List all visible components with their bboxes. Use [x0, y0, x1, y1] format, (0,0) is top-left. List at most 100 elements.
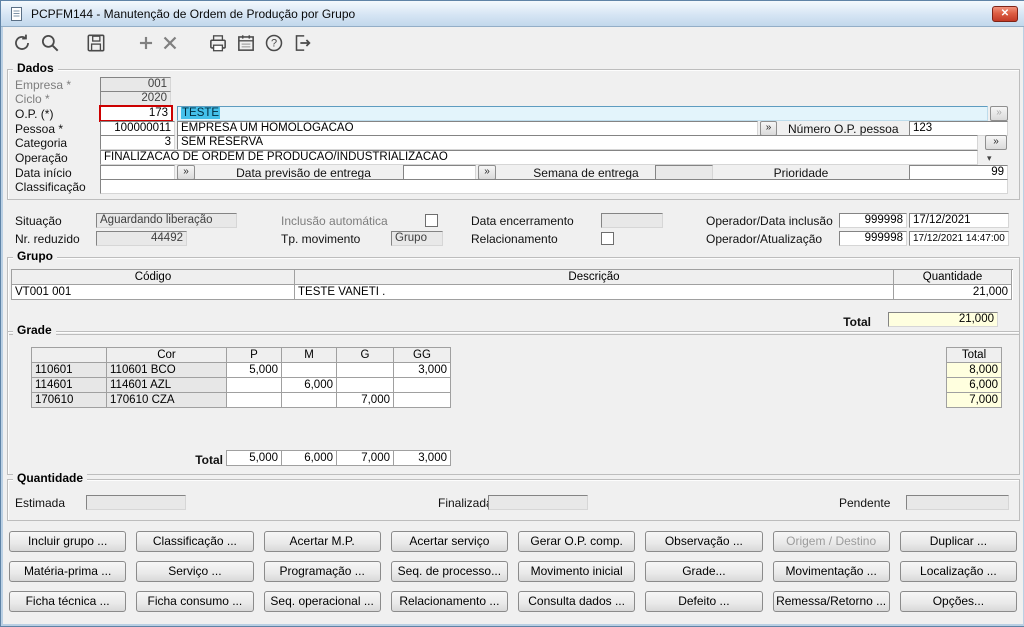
remessa-retorno-button[interactable]: Remessa/Retorno ...: [772, 591, 890, 612]
relacionamento-button[interactable]: Relacionamento ...: [390, 591, 508, 612]
grade-header-m: M: [282, 348, 337, 363]
pessoa-label: Pessoa *: [15, 122, 64, 136]
relacionamento-label: Relacionamento: [471, 232, 558, 246]
defeito-button[interactable]: Defeito ...: [645, 591, 763, 612]
acertar-servico-button[interactable]: Acertar serviço: [390, 531, 508, 552]
button-row-1: Incluir grupo ... Classificação ... Acer…: [9, 531, 1017, 552]
delete-button[interactable]: [159, 32, 183, 56]
help-button[interactable]: ?: [263, 32, 287, 56]
save-button[interactable]: [85, 32, 109, 56]
programacao-button[interactable]: Programação ...: [263, 561, 381, 582]
seq-processo-button[interactable]: Seq. de processo...: [390, 561, 508, 582]
relacionamento-checkbox[interactable]: [601, 232, 614, 245]
observacao-button[interactable]: Observação ...: [645, 531, 763, 552]
grade-row-codigo: 110601: [32, 363, 107, 378]
calendar-icon: [238, 35, 254, 51]
grade-cell-g[interactable]: [337, 378, 394, 393]
calendar-button[interactable]: [235, 32, 259, 56]
nr-reduzido-label: Nr. reduzido: [15, 232, 80, 246]
pessoa-code-field[interactable]: 100000011: [100, 121, 175, 136]
op-label: O.P. (*): [15, 107, 54, 121]
opcoes-button[interactable]: Opções...: [899, 591, 1017, 612]
localizacao-button[interactable]: Localização ...: [899, 561, 1017, 582]
grade-cell-m[interactable]: [282, 363, 337, 378]
inclusao-automatica-label: Inclusão automática: [281, 214, 388, 228]
finalizada-label: Finalizada: [438, 496, 493, 510]
ficha-consumo-button[interactable]: Ficha consumo ...: [136, 591, 254, 612]
grade-cell-gg[interactable]: [394, 378, 451, 393]
operacao-dropdown-icon[interactable]: ▾: [987, 153, 992, 163]
data-previsao-field[interactable]: [403, 165, 476, 180]
pessoa-lookup-button[interactable]: »: [760, 121, 777, 136]
gerar-op-comp-button[interactable]: Gerar O.P. comp.: [518, 531, 636, 552]
incluir-grupo-button[interactable]: Incluir grupo ...: [9, 531, 127, 552]
categoria-name-field[interactable]: SEM RESERVA: [177, 135, 978, 150]
data-previsao-lookup-button[interactable]: »: [478, 165, 496, 180]
grupo-header-row: Código Descrição Quantidade: [12, 270, 1013, 285]
grade-cell-g[interactable]: 7,000: [337, 393, 394, 408]
categoria-code-field[interactable]: 3: [100, 135, 175, 150]
seq-operacional-button[interactable]: Seq. operacional ...: [263, 591, 381, 612]
toolbar: ?: [1, 27, 1024, 59]
tp-movimento-field: Grupo: [391, 231, 443, 246]
situacao-field: Aguardando liberação: [96, 213, 237, 228]
empresa-field: 001: [100, 77, 171, 92]
consulta-dados-button[interactable]: Consulta dados ...: [518, 591, 636, 612]
grupo-header-descricao: Descrição: [295, 270, 894, 285]
movimentacao-button[interactable]: Movimentação ...: [772, 561, 890, 582]
duplicar-button[interactable]: Duplicar ...: [899, 531, 1017, 552]
op-field[interactable]: 173: [99, 105, 173, 122]
grade-row-codigo: 114601: [32, 378, 107, 393]
grade-cell-m[interactable]: 6,000: [282, 378, 337, 393]
grade-cell-m[interactable]: [282, 393, 337, 408]
close-button[interactable]: ✕: [992, 6, 1018, 22]
categoria-lookup-button[interactable]: »: [985, 135, 1007, 150]
ficha-tecnica-button[interactable]: Ficha técnica ...: [9, 591, 127, 612]
grade-row-total: 7,000: [947, 393, 1002, 408]
operacao-combo[interactable]: FINALIZACAO DE ORDEM DE PRODUCAO/INDUSTR…: [100, 150, 978, 165]
op-description-field[interactable]: TESTE: [177, 106, 988, 121]
classificacao-button[interactable]: Classificação ...: [136, 531, 254, 552]
print-button[interactable]: [207, 32, 231, 56]
data-encerramento-label: Data encerramento: [471, 214, 574, 228]
grade-cell-p[interactable]: 5,000: [227, 363, 282, 378]
classificacao-field[interactable]: [100, 179, 1008, 194]
search-button[interactable]: [39, 32, 63, 56]
pessoa-name-field[interactable]: EMPRESA UM HOMOLOGACAO: [177, 121, 758, 136]
search-icon: [41, 34, 59, 52]
acertar-mp-button[interactable]: Acertar M.P.: [263, 531, 381, 552]
servico-button[interactable]: Serviço ...: [136, 561, 254, 582]
grupo-row-descricao[interactable]: TESTE VANETI .: [295, 285, 894, 300]
grupo-header-quantidade: Quantidade: [894, 270, 1012, 285]
grade-total-column: Total 8,000 6,000 7,000: [946, 347, 1002, 408]
grade-row-cor: 114601 AZL: [107, 378, 227, 393]
nr-reduzido-field: 44492: [96, 231, 187, 246]
grade-cell-p[interactable]: [227, 393, 282, 408]
numero-op-pessoa-field[interactable]: 123: [909, 121, 1008, 136]
movimento-inicial-button[interactable]: Movimento inicial: [518, 561, 636, 582]
grade-cell-gg[interactable]: 3,000: [394, 363, 451, 378]
button-row-3: Ficha técnica ... Ficha consumo ... Seq.…: [9, 591, 1017, 612]
grade-cell-g[interactable]: [337, 363, 394, 378]
grupo-row[interactable]: VT001 001 TESTE VANETI . 21,000: [12, 285, 1013, 300]
data-inicio-label: Data início: [15, 166, 72, 180]
grupo-row-codigo[interactable]: VT001 001: [12, 285, 295, 300]
grade-cell-gg[interactable]: [394, 393, 451, 408]
materia-prima-button[interactable]: Matéria-prima ...: [9, 561, 127, 582]
data-inicio-lookup-button[interactable]: »: [177, 165, 195, 180]
add-button[interactable]: [135, 32, 159, 56]
exit-button[interactable]: [291, 32, 315, 56]
grade-button[interactable]: Grade...: [645, 561, 763, 582]
grade-cell-p[interactable]: [227, 378, 282, 393]
exit-icon: [295, 35, 311, 51]
operacao-label: Operação: [15, 151, 68, 165]
grade-row: 110601 110601 BCO 5,000 3,000: [32, 363, 451, 378]
situacao-label: Situação: [15, 214, 62, 228]
refresh-button[interactable]: [11, 32, 35, 56]
inclusao-automatica-checkbox[interactable]: [425, 214, 438, 227]
ciclo-field: 2020: [100, 91, 171, 106]
prioridade-field[interactable]: 99: [909, 165, 1008, 180]
refresh-icon: [15, 34, 29, 50]
data-inicio-field[interactable]: [100, 165, 175, 180]
grupo-row-quantidade[interactable]: 21,000: [894, 285, 1012, 300]
